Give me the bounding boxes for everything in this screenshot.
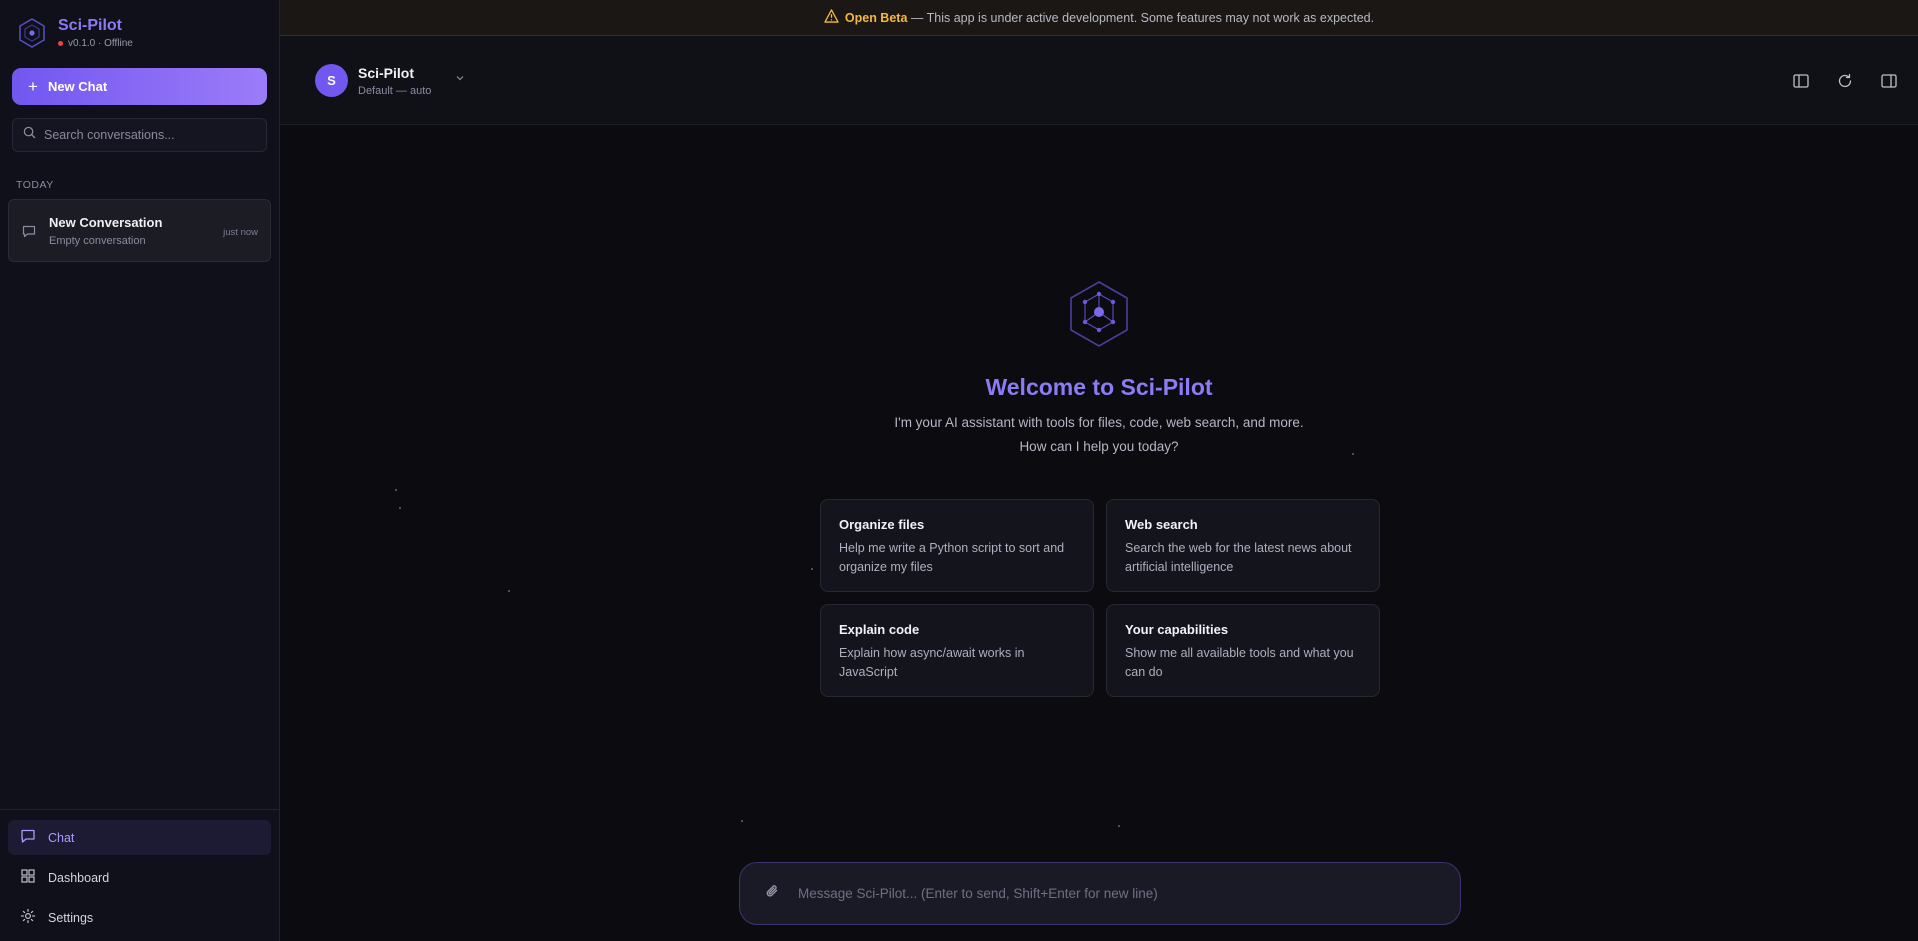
new-chat-button[interactable]: + New Chat (12, 68, 267, 105)
welcome-line-2: How can I help you today? (1019, 439, 1179, 454)
search-box (12, 118, 267, 152)
agent-name: Sci-Pilot (358, 64, 415, 81)
brand: Sci-Pilot v0.1.0 · Offline (18, 16, 133, 49)
card-title: Organize files (839, 517, 925, 532)
banner-text: Open Beta — This app is under active dev… (845, 11, 1374, 25)
card-description: Search the web for the latest news about… (1125, 541, 1352, 574)
background-star (399, 507, 401, 509)
plus-icon: + (28, 77, 38, 96)
card-description: Help me write a Python script to sort an… (839, 541, 1065, 574)
conversation-time: just now (223, 227, 258, 238)
suggestion-card-explain-code[interactable]: Explain code Explain how async/await wor… (820, 604, 1094, 697)
background-star (1352, 453, 1354, 455)
card-title: Your capabilities (1125, 622, 1229, 637)
main-area: Open Beta — This app is under active dev… (280, 0, 1918, 941)
app-name: Sci-Pilot (58, 17, 123, 34)
message-input[interactable] (798, 886, 1418, 901)
card-title: Web search (1125, 517, 1198, 532)
card-title: Explain code (839, 622, 920, 637)
agent-mode: Default — auto (358, 84, 432, 97)
welcome-section: Welcome to Sci-Pilot I'm your AI assista… (280, 280, 1918, 459)
nav-item-dashboard[interactable]: Dashboard (8, 860, 271, 895)
dashboard-icon (20, 868, 36, 887)
version-status: v0.1.0 · Offline (58, 38, 133, 49)
section-label-today: TODAY (16, 179, 54, 191)
chat-header: S Sci-Pilot Default — auto (280, 36, 1918, 125)
conversation-item[interactable]: New Conversation Empty conversation just… (8, 199, 271, 262)
welcome-title: Welcome to Sci-Pilot (985, 374, 1213, 400)
chat-bubble-icon (21, 223, 37, 239)
nav-item-chat[interactable]: Chat (8, 820, 271, 855)
background-star (741, 820, 743, 822)
chat-icon (20, 828, 36, 847)
version-status-text: v0.1.0 · Offline (68, 38, 133, 49)
suggestion-cards: Organize files Help me write a Python sc… (820, 499, 1380, 697)
sidebar-left-icon[interactable] (1792, 72, 1810, 90)
background-star (1118, 825, 1120, 827)
sidebar-right-icon[interactable] (1880, 72, 1898, 90)
background-star (508, 590, 510, 592)
nav-item-settings[interactable]: Settings (8, 900, 271, 935)
offline-status-dot (58, 41, 63, 46)
app-root: Sci-Pilot v0.1.0 · Offline + New Chat TO… (0, 0, 1918, 941)
gear-icon (20, 908, 36, 927)
background-star (395, 489, 397, 491)
hexagon-molecule-icon (1067, 280, 1131, 348)
banner-strong: Open Beta (844, 10, 908, 25)
warning-icon (824, 9, 839, 26)
nav-label-settings: Settings (48, 910, 94, 925)
message-composer (739, 862, 1461, 925)
refresh-icon[interactable] (1836, 72, 1854, 90)
new-chat-label: New Chat (47, 79, 108, 94)
search-icon (23, 126, 36, 144)
welcome-line-1: I'm your AI assistant with tools for fil… (894, 415, 1304, 430)
search-input[interactable] (44, 128, 254, 142)
suggestion-card-capabilities[interactable]: Your capabilities Show me all available … (1106, 604, 1380, 697)
hexagon-logo-icon (18, 17, 46, 48)
sidebar: Sci-Pilot v0.1.0 · Offline + New Chat TO… (0, 0, 280, 941)
banner-message: — This app is under active development. … (907, 10, 1375, 25)
suggestion-card-organize-files[interactable]: Organize files Help me write a Python sc… (820, 499, 1094, 592)
bottom-nav: Chat Dashboard Settings (0, 809, 279, 940)
paperclip-icon[interactable] (764, 882, 782, 905)
card-description: Show me all available tools and what you… (1125, 646, 1354, 679)
background-star (811, 568, 813, 570)
welcome-subtitle: I'm your AI assistant with tools for fil… (280, 411, 1918, 459)
card-description: Explain how async/await works in JavaScr… (839, 646, 1025, 679)
nav-label-dashboard: Dashboard (48, 870, 110, 885)
suggestion-card-web-search[interactable]: Web search Search the web for the latest… (1106, 499, 1380, 592)
chevron-down-icon[interactable] (455, 70, 465, 88)
nav-label-chat: Chat (48, 830, 75, 845)
header-actions (1792, 72, 1898, 90)
agent-selector[interactable]: S Sci-Pilot Default — auto (315, 64, 465, 97)
beta-banner: Open Beta — This app is under active dev… (280, 0, 1918, 36)
avatar: S (315, 64, 348, 97)
